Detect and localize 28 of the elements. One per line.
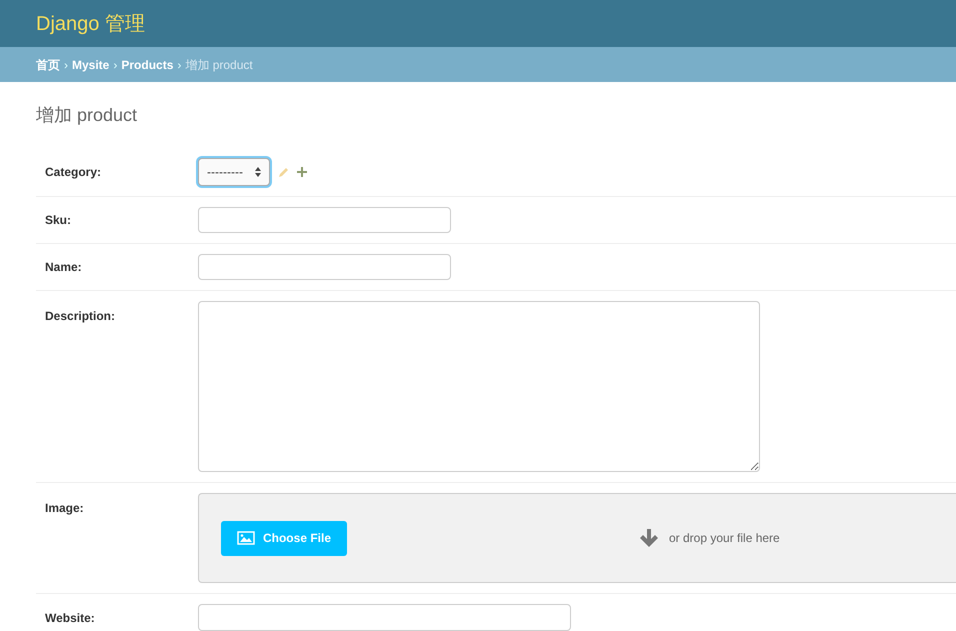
sort-arrows-icon xyxy=(255,167,261,177)
breadcrumb-current: 增加 product xyxy=(185,56,253,74)
field-label: Name: xyxy=(44,259,83,276)
field-label: Description: xyxy=(44,308,116,325)
text-field[interactable] xyxy=(198,604,571,631)
page-title: 增加 product xyxy=(36,104,138,127)
breadcrumb-link[interactable]: Mysite xyxy=(72,56,110,74)
site-title[interactable]: Django 管理 xyxy=(36,8,145,38)
text-field[interactable] xyxy=(198,207,451,233)
pencil-icon[interactable] xyxy=(278,166,289,178)
breadcrumb-separator: › xyxy=(113,56,118,74)
breadcrumb-link[interactable]: 首页 xyxy=(36,56,60,74)
text-area[interactable] xyxy=(198,301,760,472)
text-field[interactable] xyxy=(198,254,451,280)
category-select[interactable]: --------- xyxy=(198,158,270,186)
down-arrow-icon xyxy=(639,529,659,547)
breadcrumb-link[interactable]: Products xyxy=(121,56,174,74)
breadcrumb-separator: › xyxy=(64,56,68,74)
field-label: Website: xyxy=(44,610,96,626)
drop-hint: or drop your file here xyxy=(669,530,780,547)
field-label: Sku: xyxy=(44,212,72,229)
choose-file-button[interactable]: Choose File xyxy=(221,520,347,556)
file-drop-zone[interactable]: Choose File or drop your file here xyxy=(198,493,956,583)
plus-icon[interactable] xyxy=(297,167,307,177)
breadcrumb-separator: › xyxy=(177,56,182,74)
field-label: Image: xyxy=(44,500,85,517)
field-label: Category: xyxy=(44,164,102,181)
image-icon xyxy=(236,531,255,545)
